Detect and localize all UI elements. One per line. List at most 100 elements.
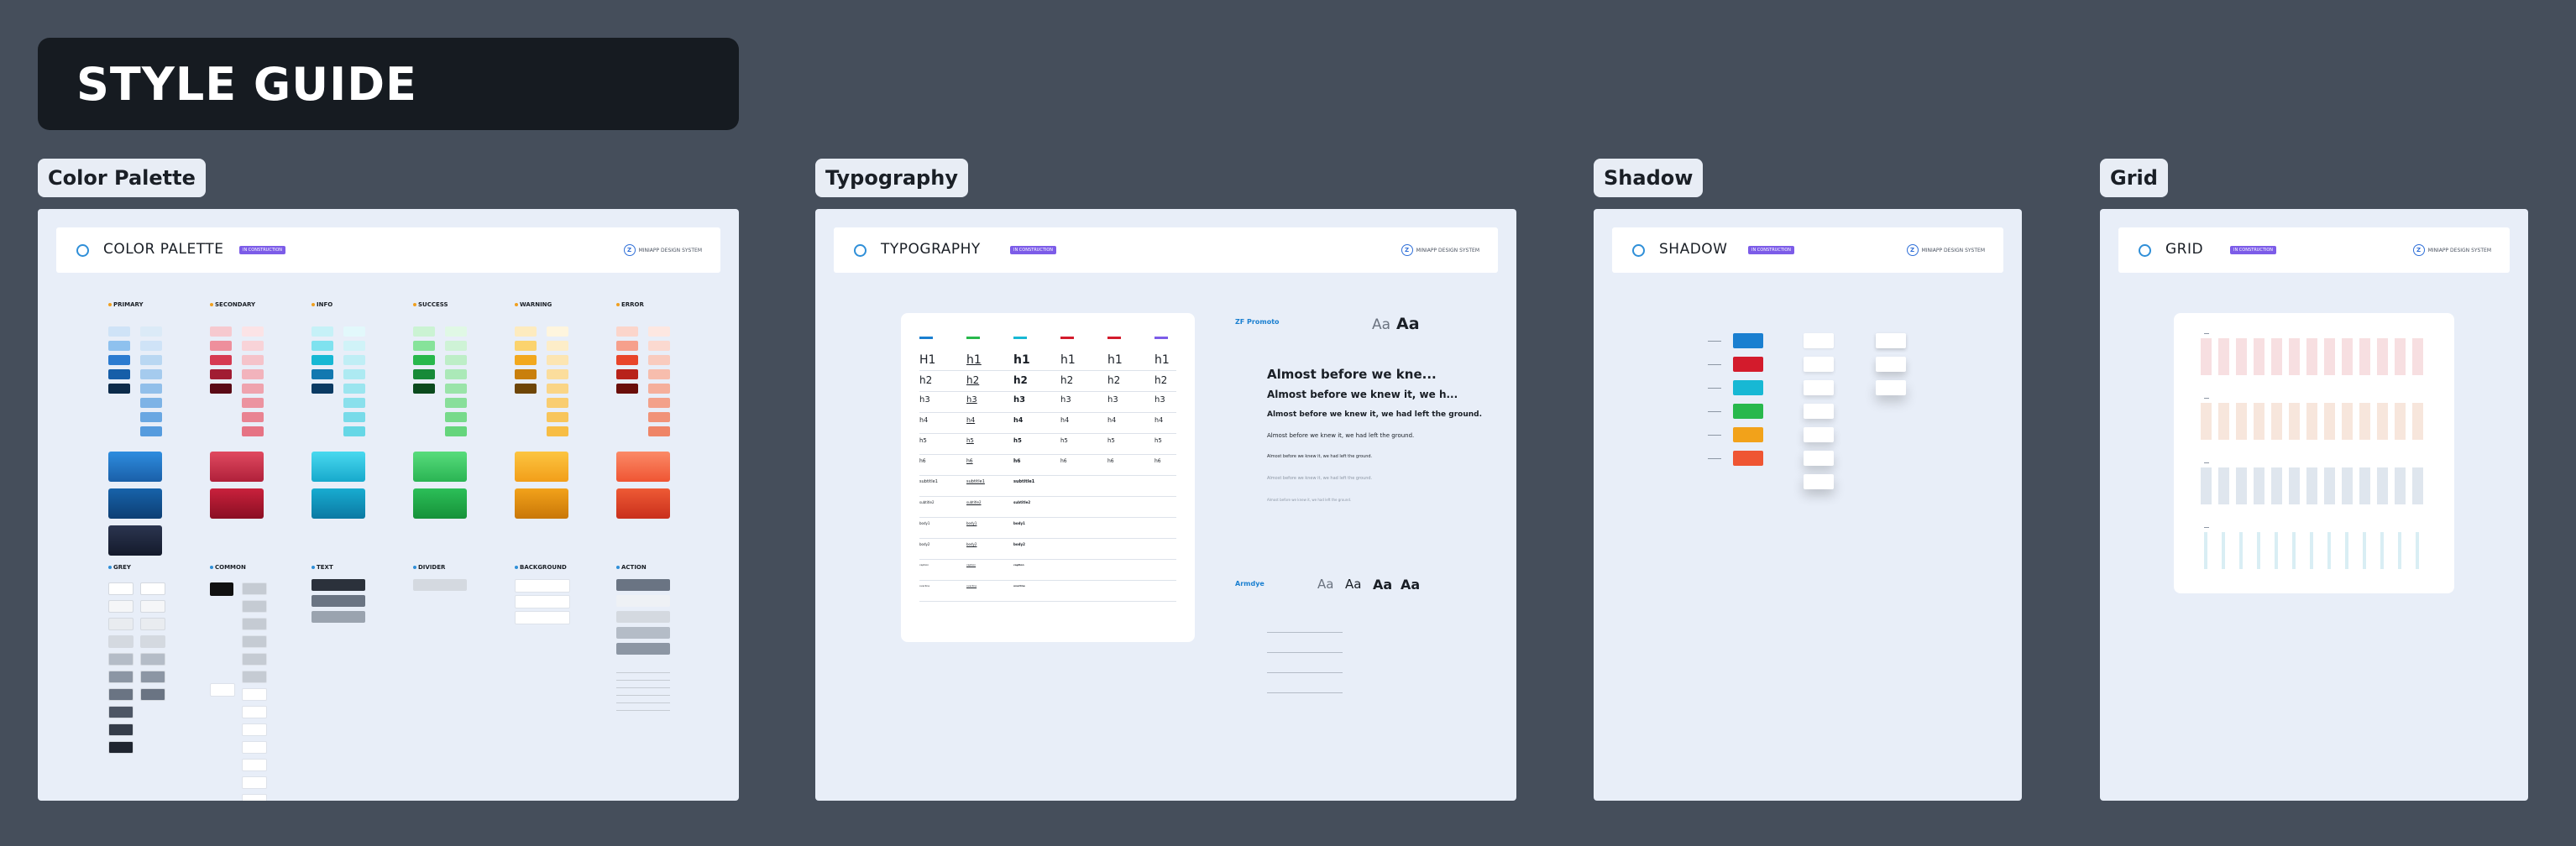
type-sample: overline bbox=[1013, 584, 1025, 588]
grid-column bbox=[2222, 532, 2225, 569]
gradient-swatch bbox=[616, 452, 670, 482]
type-sample: h2 bbox=[1060, 374, 1074, 386]
color-swatch-light bbox=[648, 355, 670, 365]
color-swatch bbox=[616, 326, 638, 337]
color-swatch-light bbox=[547, 398, 568, 408]
elevation-card bbox=[1804, 427, 1834, 442]
type-sample: h2 bbox=[1154, 374, 1168, 386]
color-swatch-light bbox=[547, 326, 568, 337]
frame-header: TYPOGRAPHY IN CONSTRUCTION Z MINIAPP DESI… bbox=[834, 227, 1498, 273]
aa-sample: Aa bbox=[1317, 577, 1334, 592]
status-badge: IN CONSTRUCTION bbox=[2230, 246, 2277, 254]
common-swatch bbox=[242, 776, 267, 789]
grid-column bbox=[2271, 338, 2282, 375]
common-swatch bbox=[242, 741, 267, 754]
color-swatch-light bbox=[547, 341, 568, 351]
logo: Z MINIAPP DESIGN SYSTEM bbox=[1906, 244, 1985, 256]
common-black-swatch bbox=[210, 582, 233, 596]
dot-icon bbox=[515, 303, 518, 306]
logo: Z MINIAPP DESIGN SYSTEM bbox=[623, 244, 702, 256]
shadow-color-swatch bbox=[1733, 427, 1763, 442]
grid-column bbox=[2239, 532, 2243, 569]
type-sample: h3 bbox=[1107, 395, 1118, 405]
shadow-label-line bbox=[1708, 435, 1721, 436]
gradient-swatch bbox=[312, 452, 365, 482]
font-sample-line: Almost before we knew it, we had left th… bbox=[1267, 410, 1482, 419]
row-divider bbox=[919, 391, 1176, 392]
type-sample: h4 bbox=[1013, 416, 1024, 424]
dot-icon bbox=[210, 566, 213, 569]
dot-icon bbox=[413, 303, 416, 306]
color-swatch-light bbox=[140, 355, 162, 365]
color-swatch bbox=[210, 326, 232, 337]
type-sample: caption bbox=[919, 563, 929, 567]
type-sample: h3 bbox=[1154, 395, 1165, 405]
status-circle-icon bbox=[76, 244, 89, 257]
row-divider bbox=[919, 433, 1176, 434]
type-sample: h6 bbox=[966, 458, 973, 464]
grey-swatch bbox=[108, 706, 134, 718]
grid-column bbox=[2201, 338, 2212, 375]
action-text-line bbox=[616, 710, 670, 711]
dot-icon bbox=[616, 303, 620, 306]
font-sample-line: Almost before we knew it, we had left th… bbox=[1267, 476, 1373, 481]
shadow-label-line bbox=[1708, 388, 1721, 389]
background-swatch bbox=[515, 579, 570, 593]
grid-column bbox=[2380, 532, 2384, 569]
palette-group-title: DIVIDER bbox=[413, 564, 445, 571]
type-sample: H1 bbox=[919, 353, 936, 367]
gradient-swatch bbox=[413, 452, 467, 482]
color-swatch-light bbox=[242, 369, 264, 379]
grid-column bbox=[2412, 467, 2423, 504]
common-swatch bbox=[242, 794, 267, 801]
grey-swatch bbox=[108, 653, 134, 666]
shadow-frame[interactable]: SHADOW IN CONSTRUCTION Z MINIAPP DESIGN S… bbox=[1594, 209, 2022, 801]
type-sample: h2 bbox=[1107, 374, 1121, 386]
grid-column bbox=[2254, 403, 2264, 440]
color-palette-frame[interactable]: COLOR PALETTE IN CONSTRUCTION Z MINIAPP D… bbox=[38, 209, 739, 801]
color-swatch-light bbox=[140, 369, 162, 379]
font2-sample-line bbox=[1267, 632, 1343, 633]
type-sample: h3 bbox=[966, 395, 977, 405]
grid-column bbox=[2306, 403, 2317, 440]
grid-column bbox=[2324, 467, 2335, 504]
color-swatch-light bbox=[445, 326, 467, 337]
grid-column bbox=[2412, 403, 2423, 440]
common-swatch bbox=[242, 653, 267, 666]
type-sample: body1 bbox=[919, 521, 930, 525]
frame-label-typography[interactable]: Typography bbox=[815, 159, 968, 197]
row-divider bbox=[919, 370, 1176, 371]
shadow-color-swatch bbox=[1733, 404, 1763, 419]
grey-swatch bbox=[140, 635, 165, 648]
aa-light-sample: Aa bbox=[1372, 316, 1391, 333]
elevation-card bbox=[1804, 404, 1834, 419]
frame-label-color-palette[interactable]: Color Palette bbox=[38, 159, 206, 197]
frame-label-shadow[interactable]: Shadow bbox=[1594, 159, 1704, 197]
style-guide-banner: STYLE GUIDE bbox=[38, 38, 739, 130]
common-swatch bbox=[242, 688, 267, 701]
type-sample: h5 bbox=[1060, 437, 1068, 444]
color-swatch bbox=[616, 355, 638, 365]
font-sample-line: Almost before we kne... bbox=[1267, 367, 1437, 382]
typography-frame[interactable]: TYPOGRAPHY IN CONSTRUCTION Z MINIAPP DESI… bbox=[815, 209, 1516, 801]
action-text-line bbox=[616, 672, 670, 673]
type-sample: h3 bbox=[1013, 395, 1026, 405]
type-sample: h5 bbox=[966, 437, 974, 444]
grid-column bbox=[2359, 403, 2370, 440]
grid-column bbox=[2218, 338, 2229, 375]
grid-column bbox=[2359, 338, 2370, 375]
grid-frame[interactable]: GRID IN CONSTRUCTION Z MINIAPP DESIGN SYS… bbox=[2100, 209, 2528, 801]
frame-label-grid[interactable]: Grid bbox=[2100, 159, 2168, 197]
palette-group-title: GREY bbox=[108, 564, 131, 571]
type-sample: body1 bbox=[966, 521, 977, 525]
color-swatch-light bbox=[242, 412, 264, 422]
color-swatch-light bbox=[242, 426, 264, 436]
row-divider bbox=[919, 412, 1176, 413]
color-swatch-light bbox=[343, 341, 365, 351]
grid-card bbox=[2174, 313, 2454, 593]
color-swatch bbox=[312, 341, 333, 351]
color-swatch bbox=[312, 326, 333, 337]
color-swatch-light bbox=[445, 369, 467, 379]
type-sample: h6 bbox=[1154, 458, 1161, 464]
type-sample: h4 bbox=[1154, 416, 1164, 424]
